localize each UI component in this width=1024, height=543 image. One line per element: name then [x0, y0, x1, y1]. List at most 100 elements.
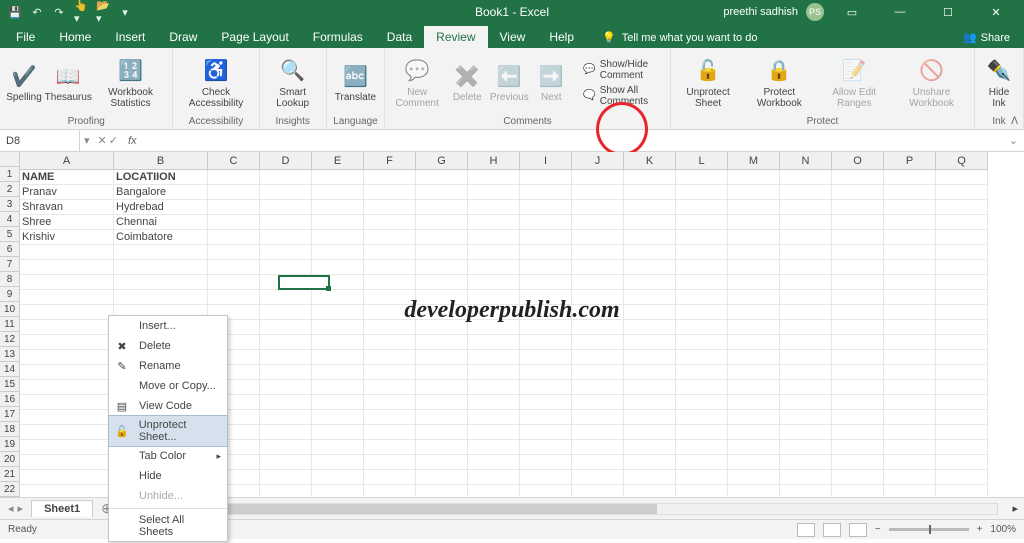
- cell[interactable]: [936, 350, 988, 365]
- row-header[interactable]: 1: [0, 167, 20, 182]
- cell[interactable]: [936, 335, 988, 350]
- cell[interactable]: [468, 350, 520, 365]
- row-header[interactable]: 11: [0, 317, 20, 332]
- cell[interactable]: [728, 380, 780, 395]
- cell[interactable]: [312, 485, 364, 497]
- row-header[interactable]: 18: [0, 422, 20, 437]
- scroll-right-icon[interactable]: ▸: [1012, 502, 1018, 515]
- minimize-icon[interactable]: —: [880, 0, 920, 24]
- cell[interactable]: [572, 215, 624, 230]
- cell[interactable]: [520, 245, 572, 260]
- cell[interactable]: [572, 380, 624, 395]
- cell[interactable]: [114, 290, 208, 305]
- cell[interactable]: [676, 425, 728, 440]
- cell[interactable]: [936, 470, 988, 485]
- cell[interactable]: [416, 380, 468, 395]
- unprotect-sheet-button[interactable]: 🔓Unprotect Sheet: [675, 55, 741, 111]
- cell[interactable]: [572, 395, 624, 410]
- cell[interactable]: [260, 185, 312, 200]
- cell[interactable]: [208, 185, 260, 200]
- cell[interactable]: [936, 230, 988, 245]
- row-header[interactable]: 15: [0, 377, 20, 392]
- cell[interactable]: [312, 395, 364, 410]
- cell[interactable]: [624, 215, 676, 230]
- cell[interactable]: [416, 185, 468, 200]
- cell[interactable]: [936, 395, 988, 410]
- cell[interactable]: [416, 395, 468, 410]
- cell[interactable]: [260, 260, 312, 275]
- cancel-formula-icon[interactable]: ✕: [98, 134, 107, 147]
- cell[interactable]: [884, 380, 936, 395]
- tab-insert[interactable]: Insert: [103, 26, 157, 48]
- spelling-button[interactable]: ✔️Spelling: [4, 60, 44, 105]
- cell[interactable]: [936, 290, 988, 305]
- open-icon[interactable]: 📂▾: [96, 5, 110, 19]
- column-header[interactable]: I: [520, 152, 572, 170]
- cell[interactable]: [884, 170, 936, 185]
- collapse-ribbon-icon[interactable]: ᐱ: [1011, 116, 1018, 127]
- cell[interactable]: [780, 440, 832, 455]
- cell[interactable]: [312, 440, 364, 455]
- cell[interactable]: [624, 440, 676, 455]
- cell[interactable]: [312, 335, 364, 350]
- cell[interactable]: [260, 380, 312, 395]
- share-button[interactable]: 👥 Share: [949, 27, 1024, 48]
- row-header[interactable]: 12: [0, 332, 20, 347]
- cell[interactable]: [728, 215, 780, 230]
- next-comment-button[interactable]: ➡️Next: [531, 60, 571, 105]
- cell[interactable]: [624, 470, 676, 485]
- cell[interactable]: [416, 410, 468, 425]
- delete-comment-button[interactable]: ✖️Delete: [447, 60, 487, 105]
- cell[interactable]: [312, 350, 364, 365]
- cell[interactable]: [20, 425, 114, 440]
- cell[interactable]: [312, 320, 364, 335]
- cell[interactable]: [260, 425, 312, 440]
- cell[interactable]: [728, 245, 780, 260]
- cell[interactable]: [884, 230, 936, 245]
- cell[interactable]: [20, 380, 114, 395]
- cell[interactable]: [20, 290, 114, 305]
- cell[interactable]: [364, 320, 416, 335]
- row-header[interactable]: 9: [0, 287, 20, 302]
- cell[interactable]: [572, 470, 624, 485]
- row-header[interactable]: 19: [0, 437, 20, 452]
- cell[interactable]: [832, 335, 884, 350]
- cell[interactable]: [884, 200, 936, 215]
- sheet-nav-prev-icon[interactable]: ◂: [8, 502, 14, 515]
- cell[interactable]: [832, 365, 884, 380]
- cell[interactable]: [20, 395, 114, 410]
- cell[interactable]: [832, 410, 884, 425]
- cell[interactable]: [624, 335, 676, 350]
- cell[interactable]: [520, 230, 572, 245]
- ctx-select-all-sheets[interactable]: Select All Sheets: [109, 511, 227, 541]
- cell[interactable]: [676, 245, 728, 260]
- cell[interactable]: [936, 440, 988, 455]
- tab-help[interactable]: Help: [537, 26, 586, 48]
- cell[interactable]: [20, 320, 114, 335]
- cell[interactable]: [312, 365, 364, 380]
- cell[interactable]: [364, 290, 416, 305]
- undo-icon[interactable]: ↶: [30, 5, 44, 19]
- cell[interactable]: [676, 350, 728, 365]
- cell[interactable]: [624, 485, 676, 497]
- ctx-tab-color[interactable]: Tab Color: [109, 446, 227, 466]
- cell[interactable]: [114, 275, 208, 290]
- cell[interactable]: [416, 470, 468, 485]
- cell[interactable]: [676, 455, 728, 470]
- cell[interactable]: [468, 410, 520, 425]
- tab-page-layout[interactable]: Page Layout: [209, 26, 300, 48]
- column-header[interactable]: D: [260, 152, 312, 170]
- column-header[interactable]: K: [624, 152, 676, 170]
- cell[interactable]: [260, 470, 312, 485]
- cell[interactable]: [832, 380, 884, 395]
- cell[interactable]: [416, 335, 468, 350]
- cell[interactable]: [364, 365, 416, 380]
- cell[interactable]: [208, 170, 260, 185]
- avatar[interactable]: PS: [806, 3, 824, 21]
- cell[interactable]: [780, 185, 832, 200]
- column-header[interactable]: Q: [936, 152, 988, 170]
- cell[interactable]: [468, 470, 520, 485]
- select-all-corner[interactable]: [0, 152, 20, 167]
- namebox-dropdown-icon[interactable]: ▾: [80, 134, 94, 147]
- cell[interactable]: [520, 335, 572, 350]
